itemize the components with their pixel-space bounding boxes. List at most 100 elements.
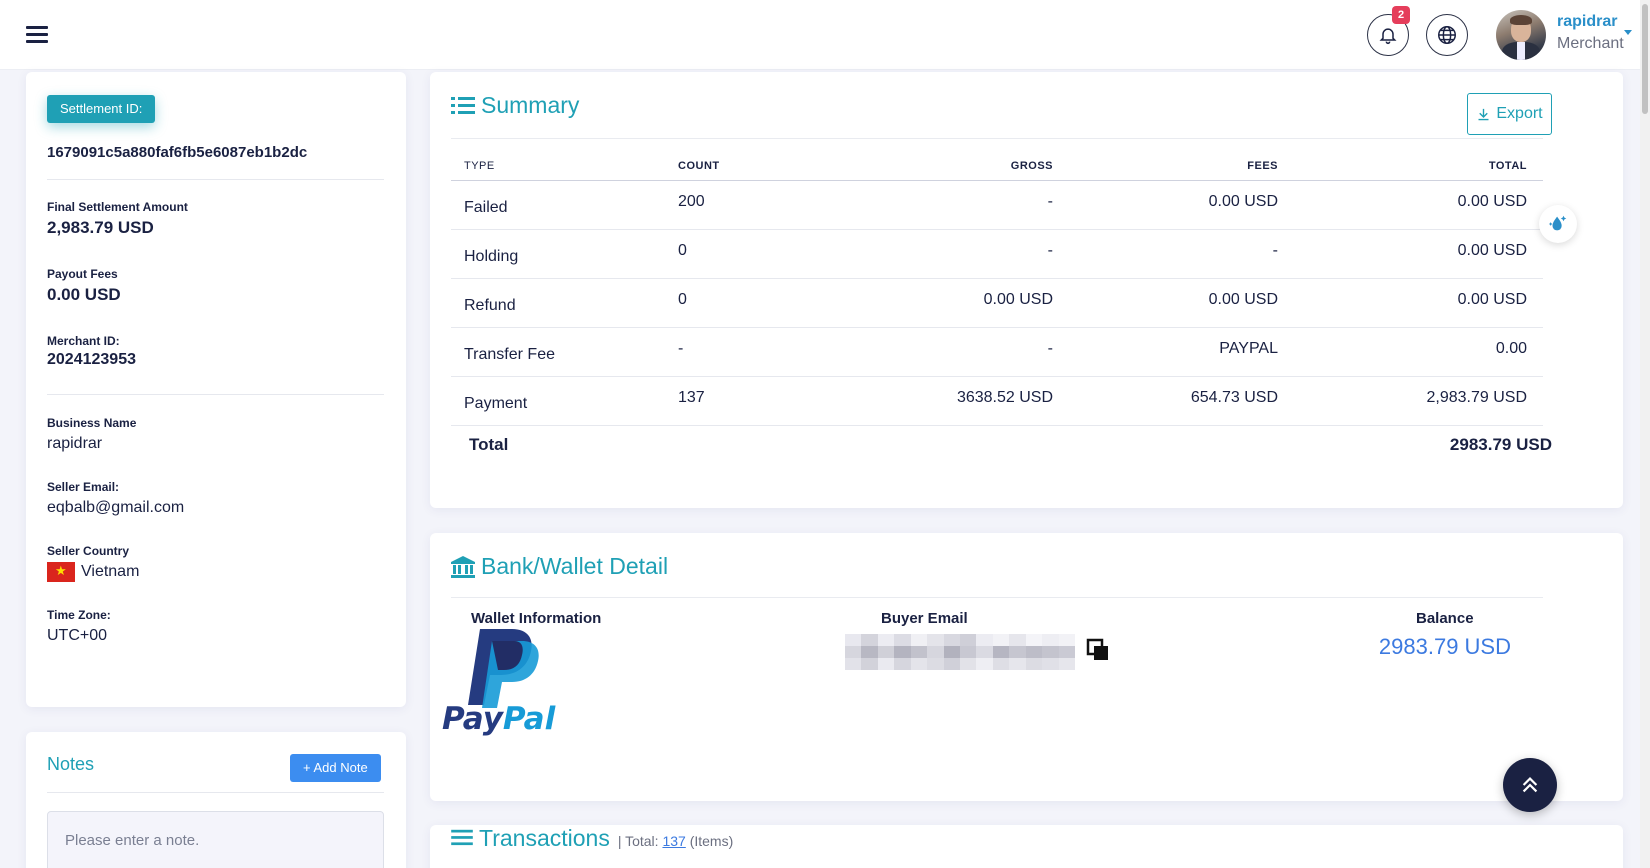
timezone-value: UTC+00: [47, 627, 108, 644]
table-cell: 654.73 USD: [1053, 376, 1278, 426]
table-cell: -: [823, 180, 1053, 230]
table-cell: 137: [678, 376, 823, 426]
bank-title-text: Bank/Wallet Detail: [481, 553, 669, 579]
paypal-wordmark: PayPal: [442, 701, 556, 737]
download-icon: [1478, 108, 1489, 120]
table-header-row: TYPE COUNT GROSS FEES TOTAL: [451, 152, 1543, 181]
buyer-email-redacted: [845, 634, 1075, 670]
column-header: COUNT: [678, 152, 823, 181]
menu-icon[interactable]: [26, 26, 48, 44]
table-cell: -: [823, 327, 1053, 377]
bank-title: Bank/Wallet Detail: [451, 553, 668, 580]
list-icon: [451, 95, 475, 117]
summary-title-text: Summary: [481, 92, 580, 118]
divider: [451, 597, 1543, 598]
caret-down-icon[interactable]: [1624, 30, 1632, 35]
scroll-to-top-button[interactable]: [1503, 758, 1557, 812]
table-row: Payment 137 3638.52 USD 654.73 USD 2,983…: [451, 376, 1543, 426]
column-header: FEES: [1053, 152, 1278, 181]
divider: [47, 792, 384, 793]
divider: [451, 138, 1543, 139]
table-cell: Payment: [451, 376, 678, 426]
top-bar: 2 rapidrar Merchant: [0, 0, 1650, 70]
list-icon: [451, 825, 473, 852]
table-cell: 0.00 USD: [823, 278, 1053, 328]
divider: [47, 394, 384, 395]
table-cell: 0: [678, 229, 823, 279]
summary-title: Summary: [451, 92, 579, 119]
bank-wallet-card: Bank/Wallet Detail Wallet Information Bu…: [430, 533, 1623, 801]
bank-icon: [451, 555, 475, 578]
final-amount-label: Final Settlement Amount: [47, 200, 188, 214]
avatar[interactable]: [1496, 10, 1546, 60]
notification-badge: 2: [1392, 6, 1410, 24]
table-cell: 2,983.79 USD: [1278, 376, 1543, 426]
table-row: Failed 200 - 0.00 USD 0.00 USD: [451, 180, 1543, 230]
business-name-label: Business Name: [47, 416, 137, 430]
settlement-id-button[interactable]: Settlement ID:: [47, 95, 156, 123]
seller-email-label: Seller Email:: [47, 480, 120, 494]
table-cell: Transfer Fee: [451, 327, 678, 377]
table-row: Transfer Fee - - PAYPAL 0.00: [451, 327, 1543, 377]
merchant-id-label: Merchant ID:: [47, 334, 120, 348]
settlement-info-card: Settlement ID: 1679091c5a880faf6fb5e6087…: [26, 72, 406, 707]
table-cell: PAYPAL: [1053, 327, 1278, 377]
globe-icon: [1438, 26, 1456, 44]
final-amount-value: 2,983.79 USD: [47, 218, 154, 237]
total-label: Total: [469, 435, 509, 454]
business-name-value: rapidrar: [47, 435, 103, 452]
column-header: TOTAL: [1278, 152, 1543, 181]
export-button[interactable]: Export: [1467, 93, 1552, 135]
divider: [47, 179, 384, 180]
table-cell: 0.00 USD: [1278, 278, 1543, 328]
bell-icon: [1379, 28, 1397, 45]
add-note-button[interactable]: + Add Note: [290, 754, 381, 782]
vietnam-flag-icon: [47, 562, 75, 582]
transactions-card: Transactions | Total: 137 (Items): [430, 825, 1623, 868]
double-chevron-up-icon: [1522, 777, 1538, 793]
user-role: Merchant: [1557, 35, 1624, 52]
note-input[interactable]: [47, 811, 384, 868]
table-cell: -: [823, 229, 1053, 279]
column-header: TYPE: [451, 152, 678, 181]
balance-value: 2983.79 USD: [1378, 634, 1511, 659]
table-row: Holding 0 - - 0.00 USD: [451, 229, 1543, 279]
notes-title: Notes: [47, 754, 95, 774]
table-cell: Refund: [451, 278, 678, 328]
theme-drop-icon[interactable]: [1539, 205, 1577, 243]
settlement-id-value: 1679091c5a880faf6fb5e6087eb1b2dc: [47, 144, 308, 161]
table-cell: 3638.52 USD: [823, 376, 1053, 426]
table-cell: Holding: [451, 229, 678, 279]
payout-fees-value: 0.00 USD: [47, 285, 121, 304]
table-cell: 0.00 USD: [1053, 180, 1278, 230]
language-button[interactable]: [1426, 14, 1468, 56]
seller-email-value: eqbalb@gmail.com: [47, 499, 185, 516]
column-header: GROSS: [823, 152, 1053, 181]
table-cell: 200: [678, 180, 823, 230]
notifications-button[interactable]: 2: [1367, 6, 1410, 56]
table-cell: 0.00 USD: [1278, 180, 1543, 230]
table-cell: 0.00 USD: [1053, 278, 1278, 328]
timezone-label: Time Zone:: [47, 608, 111, 622]
export-label: Export: [1496, 105, 1543, 122]
copy-icon[interactable]: [1086, 638, 1110, 667]
summary-card: Summary Export TYPE COUNT GROSS FEES TOT…: [430, 72, 1623, 508]
table-cell: Failed: [451, 180, 678, 230]
table-cell: 0.00 USD: [1278, 229, 1543, 279]
table-cell: 0: [678, 278, 823, 328]
seller-country-value: Vietnam: [81, 563, 140, 581]
transactions-title: Transactions | Total: 137 (Items): [451, 825, 733, 852]
merchant-id-value: 2024123953: [47, 351, 136, 368]
notes-card: Notes + Add Note: [26, 732, 406, 868]
total-value: 2983.79 USD: [1449, 435, 1552, 454]
summary-table: TYPE COUNT GROSS FEES TOTAL Failed 200 -…: [451, 152, 1543, 426]
seller-country-label: Seller Country: [47, 544, 130, 558]
user-name[interactable]: rapidrar: [1557, 13, 1617, 31]
transactions-total: | Total: 137 (Items): [617, 833, 734, 849]
transactions-title-text: Transactions: [479, 825, 610, 851]
seller-country: Vietnam: [47, 562, 139, 582]
table-cell: -: [678, 327, 823, 377]
page-scrollbar[interactable]: [1640, 0, 1650, 868]
transactions-count-link[interactable]: 137: [662, 833, 685, 849]
table-cell: 0.00: [1278, 327, 1543, 377]
